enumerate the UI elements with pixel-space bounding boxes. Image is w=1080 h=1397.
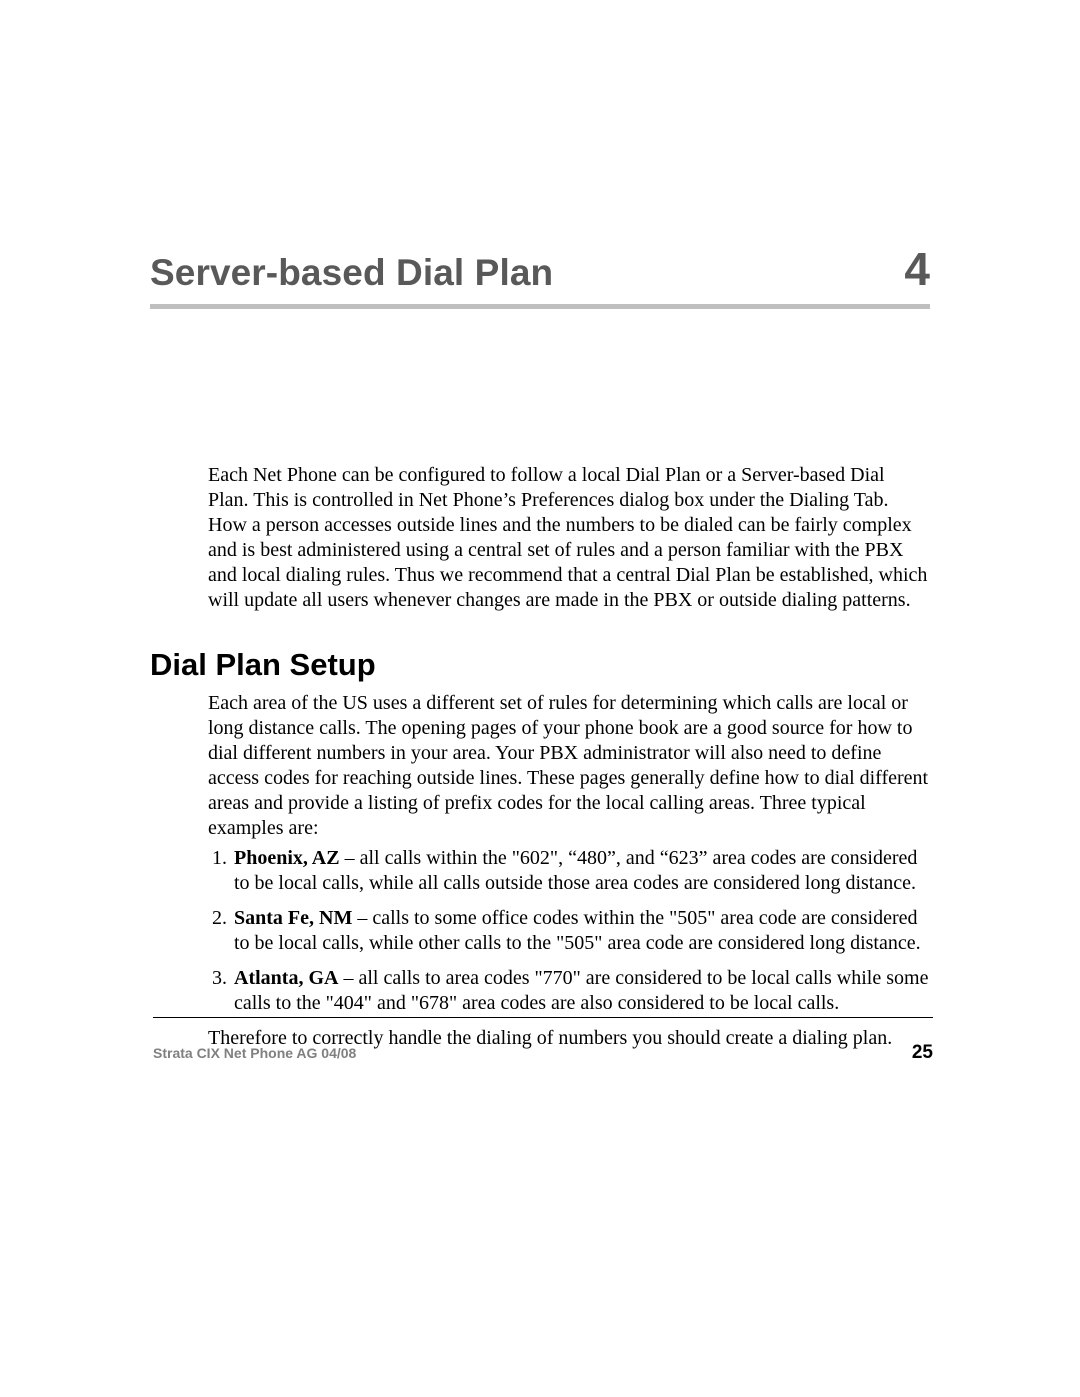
example-text: – all calls to area codes "770" are cons… — [234, 967, 928, 1014]
chapter-title: Server-based Dial Plan — [150, 252, 553, 294]
section-lead: Each area of the US uses a different set… — [208, 691, 930, 841]
page-footer: Strata CIX Net Phone AG 04/08 25 — [153, 1042, 933, 1064]
footer-doc-id: Strata CIX Net Phone AG 04/08 — [153, 1045, 356, 1061]
intro-block: Each Net Phone can be configured to foll… — [208, 463, 930, 613]
intro-paragraph: Each Net Phone can be configured to foll… — [208, 463, 930, 613]
footer-page-number: 25 — [912, 1042, 933, 1064]
example-place: Santa Fe, NM — [234, 907, 352, 929]
chapter-number: 4 — [904, 242, 930, 296]
section-title: Dial Plan Setup — [150, 647, 930, 683]
list-item: Atlanta, GA – all calls to area codes "7… — [232, 966, 930, 1016]
section-body: Each area of the US uses a different set… — [208, 691, 930, 1051]
page: Server-based Dial Plan 4 Each Net Phone … — [0, 0, 1080, 1397]
example-place: Phoenix, AZ — [234, 847, 340, 869]
chapter-heading: Server-based Dial Plan 4 — [150, 242, 930, 309]
list-item: Phoenix, AZ – all calls within the "602"… — [232, 846, 930, 896]
footer-rule — [153, 1017, 933, 1018]
example-list: Phoenix, AZ – all calls within the "602"… — [208, 846, 930, 1016]
list-item: Santa Fe, NM – calls to some office code… — [232, 906, 930, 956]
example-place: Atlanta, GA — [234, 967, 338, 989]
